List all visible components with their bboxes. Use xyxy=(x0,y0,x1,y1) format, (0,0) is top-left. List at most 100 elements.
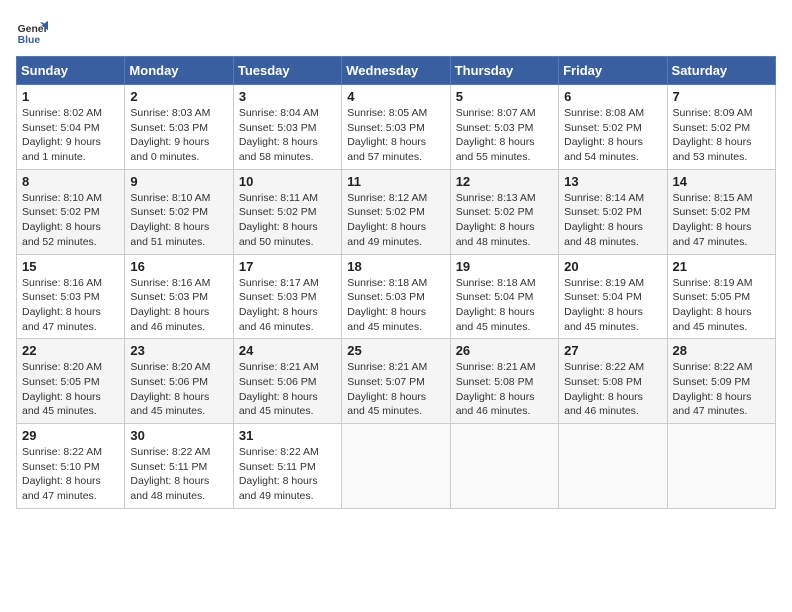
day-info: Sunrise: 8:22 AM Sunset: 5:08 PM Dayligh… xyxy=(564,360,661,419)
day-info: Sunrise: 8:18 AM Sunset: 5:03 PM Dayligh… xyxy=(347,276,444,335)
logo-icon: General Blue xyxy=(16,16,48,48)
calendar-week: 29 Sunrise: 8:22 AM Sunset: 5:10 PM Dayli… xyxy=(17,424,776,509)
day-info: Sunrise: 8:05 AM Sunset: 5:03 PM Dayligh… xyxy=(347,106,444,165)
calendar-week: 15 Sunrise: 8:16 AM Sunset: 5:03 PM Dayli… xyxy=(17,254,776,339)
day-number: 20 xyxy=(564,259,661,274)
weekday-header: Saturday xyxy=(667,57,775,85)
calendar-cell xyxy=(559,424,667,509)
calendar-cell: 12Sunrise: 8:13 AM Sunset: 5:02 PM Dayli… xyxy=(450,169,558,254)
calendar-cell: 31 Sunrise: 8:22 AM Sunset: 5:11 PM Dayli… xyxy=(233,424,341,509)
day-number: 4 xyxy=(347,89,444,104)
day-info: Sunrise: 8:16 AM Sunset: 5:03 PM Dayligh… xyxy=(130,276,227,335)
calendar-cell: 23 Sunrise: 8:20 AM Sunset: 5:06 PM Dayli… xyxy=(125,339,233,424)
day-info: Sunrise: 8:22 AM Sunset: 5:11 PM Dayligh… xyxy=(239,445,336,504)
calendar-cell: 1 Sunrise: 8:02 AM Sunset: 5:04 PM Daylig… xyxy=(17,85,125,170)
calendar-cell: 21Sunrise: 8:19 AM Sunset: 5:05 PM Dayli… xyxy=(667,254,775,339)
day-info: Sunrise: 8:11 AM Sunset: 5:02 PM Dayligh… xyxy=(239,191,336,250)
calendar-cell: 28 Sunrise: 8:22 AM Sunset: 5:09 PM Dayli… xyxy=(667,339,775,424)
day-info: Sunrise: 8:04 AM Sunset: 5:03 PM Dayligh… xyxy=(239,106,336,165)
day-info: Sunrise: 8:13 AM Sunset: 5:02 PM Dayligh… xyxy=(456,191,553,250)
day-number: 15 xyxy=(22,259,119,274)
day-number: 31 xyxy=(239,428,336,443)
calendar-cell: 2 Sunrise: 8:03 AM Sunset: 5:03 PM Daylig… xyxy=(125,85,233,170)
day-info: Sunrise: 8:19 AM Sunset: 5:04 PM Dayligh… xyxy=(564,276,661,335)
calendar-cell xyxy=(667,424,775,509)
calendar-cell: 27Sunrise: 8:22 AM Sunset: 5:08 PM Dayli… xyxy=(559,339,667,424)
day-info: Sunrise: 8:07 AM Sunset: 5:03 PM Dayligh… xyxy=(456,106,553,165)
calendar-header: SundayMondayTuesdayWednesdayThursdayFrid… xyxy=(17,57,776,85)
day-number: 5 xyxy=(456,89,553,104)
day-info: Sunrise: 8:22 AM Sunset: 5:09 PM Dayligh… xyxy=(673,360,770,419)
day-number: 2 xyxy=(130,89,227,104)
calendar-cell xyxy=(450,424,558,509)
calendar-cell: 6 Sunrise: 8:08 AM Sunset: 5:02 PM Daylig… xyxy=(559,85,667,170)
calendar-cell: 15 Sunrise: 8:16 AM Sunset: 5:03 PM Dayli… xyxy=(17,254,125,339)
weekday-header: Tuesday xyxy=(233,57,341,85)
day-info: Sunrise: 8:08 AM Sunset: 5:02 PM Dayligh… xyxy=(564,106,661,165)
day-number: 7 xyxy=(673,89,770,104)
logo: General Blue xyxy=(16,16,48,48)
day-number: 28 xyxy=(673,343,770,358)
day-info: Sunrise: 8:02 AM Sunset: 5:04 PM Dayligh… xyxy=(22,106,119,165)
day-info: Sunrise: 8:22 AM Sunset: 5:11 PM Dayligh… xyxy=(130,445,227,504)
day-info: Sunrise: 8:16 AM Sunset: 5:03 PM Dayligh… xyxy=(22,276,119,335)
day-number: 29 xyxy=(22,428,119,443)
day-number: 19 xyxy=(456,259,553,274)
calendar-cell: 11Sunrise: 8:12 AM Sunset: 5:02 PM Dayli… xyxy=(342,169,450,254)
weekday-header: Thursday xyxy=(450,57,558,85)
calendar-cell: 9Sunrise: 8:10 AM Sunset: 5:02 PM Daylig… xyxy=(125,169,233,254)
day-number: 13 xyxy=(564,174,661,189)
day-info: Sunrise: 8:09 AM Sunset: 5:02 PM Dayligh… xyxy=(673,106,770,165)
day-info: Sunrise: 8:21 AM Sunset: 5:06 PM Dayligh… xyxy=(239,360,336,419)
day-info: Sunrise: 8:22 AM Sunset: 5:10 PM Dayligh… xyxy=(22,445,119,504)
day-number: 3 xyxy=(239,89,336,104)
calendar-cell: 22Sunrise: 8:20 AM Sunset: 5:05 PM Dayli… xyxy=(17,339,125,424)
weekday-header: Wednesday xyxy=(342,57,450,85)
day-info: Sunrise: 8:21 AM Sunset: 5:08 PM Dayligh… xyxy=(456,360,553,419)
day-number: 18 xyxy=(347,259,444,274)
calendar-cell: 18 Sunrise: 8:18 AM Sunset: 5:03 PM Dayli… xyxy=(342,254,450,339)
calendar-cell xyxy=(342,424,450,509)
day-number: 6 xyxy=(564,89,661,104)
day-info: Sunrise: 8:20 AM Sunset: 5:06 PM Dayligh… xyxy=(130,360,227,419)
day-info: Sunrise: 8:03 AM Sunset: 5:03 PM Dayligh… xyxy=(130,106,227,165)
day-number: 14 xyxy=(673,174,770,189)
calendar-cell: 17 Sunrise: 8:17 AM Sunset: 5:03 PM Dayli… xyxy=(233,254,341,339)
day-info: Sunrise: 8:10 AM Sunset: 5:02 PM Dayligh… xyxy=(22,191,119,250)
calendar-cell: 30 Sunrise: 8:22 AM Sunset: 5:11 PM Dayli… xyxy=(125,424,233,509)
day-info: Sunrise: 8:21 AM Sunset: 5:07 PM Dayligh… xyxy=(347,360,444,419)
calendar-cell: 5 Sunrise: 8:07 AM Sunset: 5:03 PM Daylig… xyxy=(450,85,558,170)
calendar-week: 22Sunrise: 8:20 AM Sunset: 5:05 PM Dayli… xyxy=(17,339,776,424)
day-number: 17 xyxy=(239,259,336,274)
calendar-week: 8 Sunrise: 8:10 AM Sunset: 5:02 PM Daylig… xyxy=(17,169,776,254)
day-info: Sunrise: 8:18 AM Sunset: 5:04 PM Dayligh… xyxy=(456,276,553,335)
calendar-cell: 19 Sunrise: 8:18 AM Sunset: 5:04 PM Dayli… xyxy=(450,254,558,339)
weekday-header: Monday xyxy=(125,57,233,85)
weekday-header: Friday xyxy=(559,57,667,85)
calendar-cell: 8 Sunrise: 8:10 AM Sunset: 5:02 PM Daylig… xyxy=(17,169,125,254)
page-header: General Blue xyxy=(16,16,776,48)
day-number: 30 xyxy=(130,428,227,443)
calendar-cell: 13 Sunrise: 8:14 AM Sunset: 5:02 PM Dayli… xyxy=(559,169,667,254)
calendar-cell: 26 Sunrise: 8:21 AM Sunset: 5:08 PM Dayli… xyxy=(450,339,558,424)
day-number: 16 xyxy=(130,259,227,274)
calendar-cell: 25Sunrise: 8:21 AM Sunset: 5:07 PM Dayli… xyxy=(342,339,450,424)
day-number: 23 xyxy=(130,343,227,358)
calendar-cell: 7 Sunrise: 8:09 AM Sunset: 5:02 PM Daylig… xyxy=(667,85,775,170)
weekday-header: Sunday xyxy=(17,57,125,85)
day-number: 10 xyxy=(239,174,336,189)
calendar-cell: 10 Sunrise: 8:11 AM Sunset: 5:02 PM Dayli… xyxy=(233,169,341,254)
day-info: Sunrise: 8:14 AM Sunset: 5:02 PM Dayligh… xyxy=(564,191,661,250)
day-number: 11 xyxy=(347,174,444,189)
day-number: 1 xyxy=(22,89,119,104)
day-info: Sunrise: 8:15 AM Sunset: 5:02 PM Dayligh… xyxy=(673,191,770,250)
calendar-table: SundayMondayTuesdayWednesdayThursdayFrid… xyxy=(16,56,776,509)
day-info: Sunrise: 8:19 AM Sunset: 5:05 PM Dayligh… xyxy=(673,276,770,335)
day-info: Sunrise: 8:10 AM Sunset: 5:02 PM Dayligh… xyxy=(130,191,227,250)
calendar-cell: 14 Sunrise: 8:15 AM Sunset: 5:02 PM Dayli… xyxy=(667,169,775,254)
calendar-cell: 16 Sunrise: 8:16 AM Sunset: 5:03 PM Dayli… xyxy=(125,254,233,339)
day-number: 8 xyxy=(22,174,119,189)
day-number: 26 xyxy=(456,343,553,358)
svg-text:Blue: Blue xyxy=(18,35,41,46)
day-info: Sunrise: 8:17 AM Sunset: 5:03 PM Dayligh… xyxy=(239,276,336,335)
